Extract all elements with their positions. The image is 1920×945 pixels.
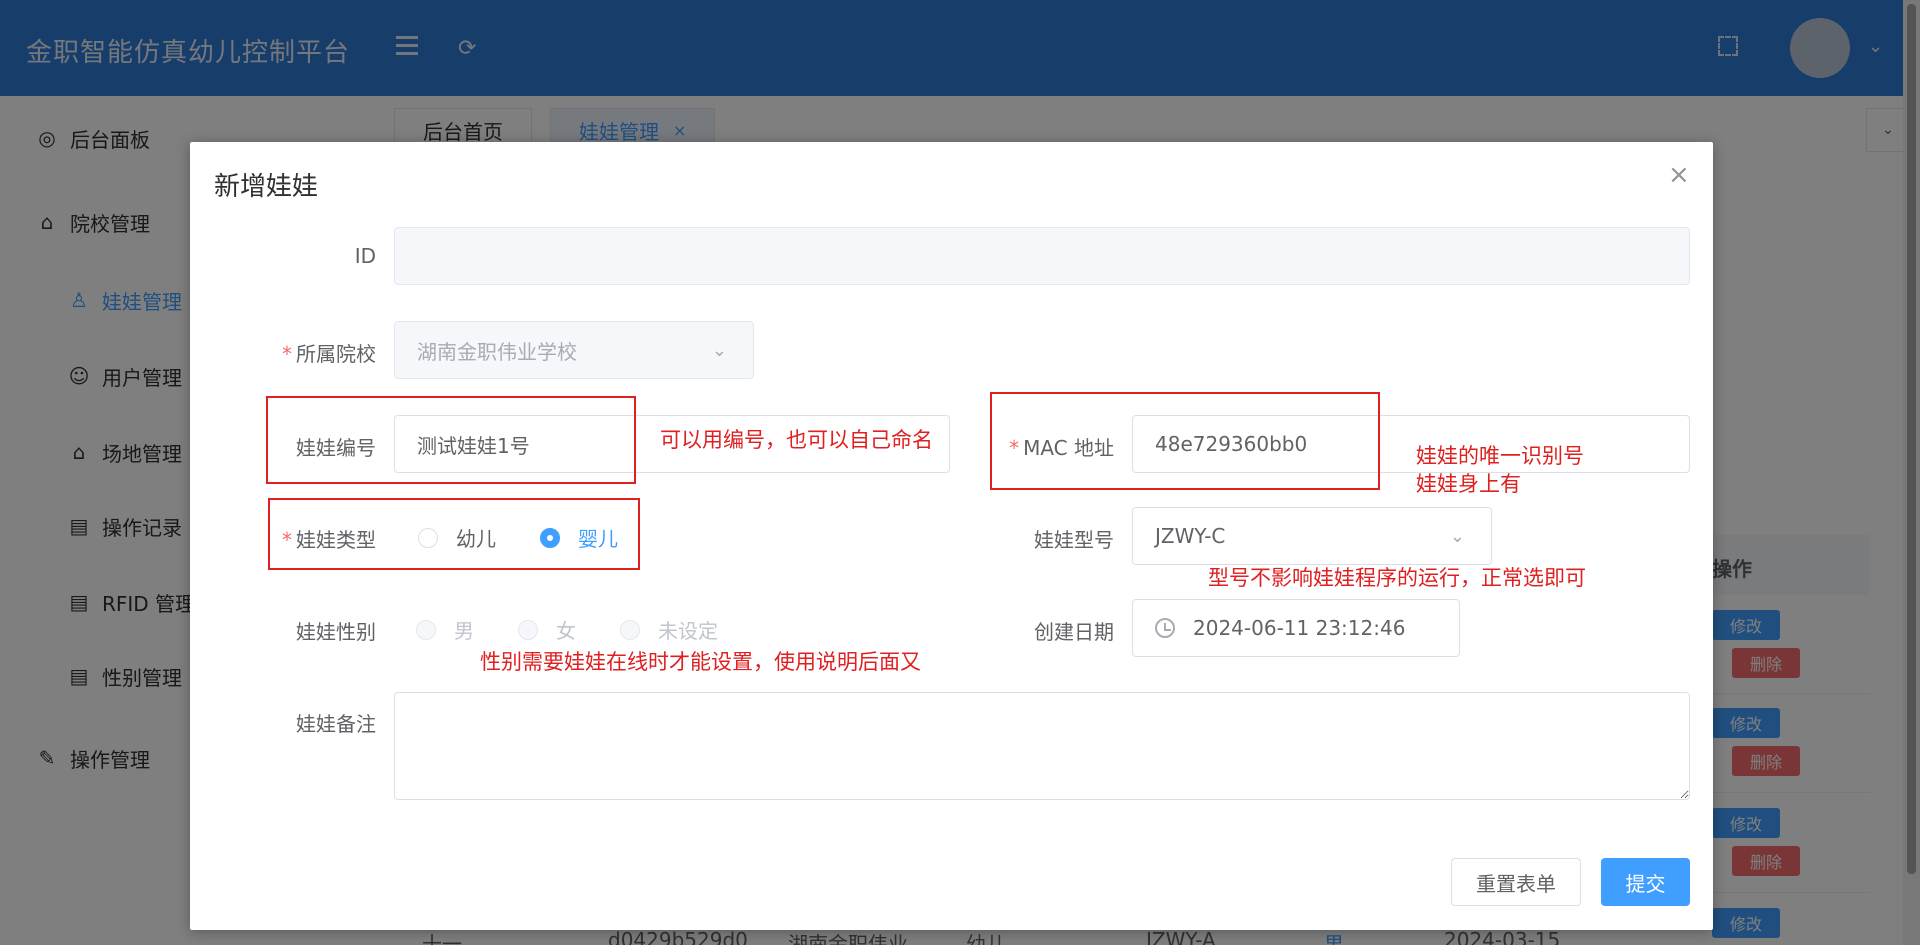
school-select[interactable]: 湖南金职伟业学校 ⌄ bbox=[394, 321, 754, 379]
annotation-box-doll-type bbox=[268, 498, 640, 570]
created-date-value: 2024-06-11 23:12:46 bbox=[1193, 616, 1406, 640]
annotation-box-doll-no bbox=[266, 396, 636, 484]
dialog-title: 新增娃娃 bbox=[214, 172, 319, 202]
annotation-box-mac bbox=[990, 392, 1380, 490]
annotation-gender: 性别需要娃娃在线时才能设置，使用说明后面又 bbox=[480, 650, 921, 674]
add-doll-dialog: 新增娃娃 × ID * 所属院校 湖南金职伟业学校 ⌄ 娃娃编号 测试娃娃1号 *… bbox=[190, 142, 1713, 930]
created-date-label-text: 创建日期 bbox=[1034, 620, 1114, 644]
submit-button[interactable]: 提交 bbox=[1601, 858, 1690, 906]
annotation-mac-1: 娃娃的唯一识别号 bbox=[1416, 444, 1584, 468]
annotation-mac-2: 娃娃身上有 bbox=[1416, 472, 1521, 496]
doll-model-select[interactable]: JZWY-C ⌄ bbox=[1132, 507, 1492, 565]
id-field[interactable] bbox=[394, 227, 1690, 285]
annotation-doll-no: 可以用编号，也可以自己命名 bbox=[660, 428, 933, 452]
annotation-model: 型号不影响娃娃程序的运行，正常选即可 bbox=[1208, 566, 1586, 590]
close-icon[interactable]: × bbox=[1668, 160, 1690, 190]
required-mark: * bbox=[282, 342, 292, 366]
school-label: * 所属院校 bbox=[190, 338, 376, 367]
chevron-down-icon: ⌄ bbox=[711, 339, 727, 361]
remark-label: 娃娃备注 bbox=[190, 708, 376, 737]
id-label: ID bbox=[190, 244, 376, 268]
school-value: 湖南金职伟业学校 bbox=[417, 339, 577, 364]
remark-label-text: 娃娃备注 bbox=[296, 712, 376, 736]
doll-model-value: JZWY-C bbox=[1155, 524, 1226, 548]
created-date-label: 创建日期 bbox=[190, 616, 1114, 645]
remark-textarea[interactable] bbox=[394, 692, 1690, 800]
clock-icon bbox=[1155, 618, 1175, 638]
doll-model-label-text: 娃娃型号 bbox=[1034, 528, 1114, 552]
id-label-text: ID bbox=[354, 244, 376, 268]
chevron-down-icon: ⌄ bbox=[1449, 525, 1465, 547]
reset-form-button[interactable]: 重置表单 bbox=[1451, 858, 1581, 906]
created-date-picker[interactable]: 2024-06-11 23:12:46 bbox=[1132, 599, 1460, 657]
school-label-text: 所属院校 bbox=[296, 342, 376, 366]
